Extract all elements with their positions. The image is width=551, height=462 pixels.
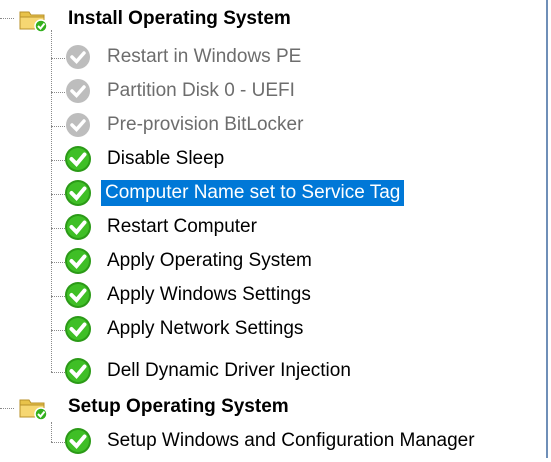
green-check-icon	[63, 144, 93, 174]
step-label: Disable Sleep	[107, 148, 225, 169]
step-setup-windows-and-configuration-manager[interactable]: Setup Windows and Configuration Manager	[0, 424, 548, 458]
folder-icon	[18, 392, 48, 422]
step-computer-name-set-to-service-tag[interactable]: Computer Name set to Service Tag	[0, 176, 548, 210]
green-check-icon	[63, 314, 93, 344]
step-apply-operating-system[interactable]: Apply Operating System	[0, 244, 548, 278]
step-label: Restart Computer	[107, 216, 257, 237]
group-label: Setup Operating System	[68, 396, 289, 417]
step-disable-sleep[interactable]: Disable Sleep	[0, 142, 548, 176]
group-install-operating-system[interactable]: Install Operating System	[0, 2, 548, 36]
step-apply-windows-settings[interactable]: Apply Windows Settings	[0, 278, 548, 312]
group-setup-operating-system[interactable]: Setup Operating System	[0, 390, 548, 424]
disabled-check-icon	[63, 42, 93, 72]
green-check-icon	[63, 178, 93, 208]
step-restart-computer[interactable]: Restart Computer	[0, 210, 548, 244]
folder-icon	[18, 4, 48, 34]
step-label: Pre-provision BitLocker	[107, 114, 304, 135]
step-label-selected: Computer Name set to Service Tag	[101, 180, 405, 206]
step-apply-network-settings[interactable]: Apply Network Settings	[0, 312, 548, 346]
green-check-icon	[63, 426, 93, 456]
step-label: Apply Network Settings	[107, 318, 304, 339]
step-partition-disk-0-uefi[interactable]: Partition Disk 0 - UEFI	[0, 74, 548, 108]
green-check-icon	[63, 356, 93, 386]
disabled-check-icon	[63, 110, 93, 140]
step-label: Apply Windows Settings	[107, 284, 311, 305]
step-label: Partition Disk 0 - UEFI	[107, 80, 295, 101]
step-dell-dynamic-driver-injection[interactable]: Dell Dynamic Driver Injection	[0, 354, 548, 388]
step-pre-provision-bitlocker[interactable]: Pre-provision BitLocker	[0, 108, 548, 142]
step-label: Dell Dynamic Driver Injection	[107, 360, 351, 381]
step-restart-in-windows-pe[interactable]: Restart in Windows PE	[0, 40, 548, 74]
step-label: Setup Windows and Configuration Manager	[107, 430, 475, 451]
green-check-icon	[63, 280, 93, 310]
disabled-check-icon	[63, 76, 93, 106]
step-label: Apply Operating System	[107, 250, 312, 271]
green-check-icon	[63, 212, 93, 242]
task-sequence-tree: Install Operating System Restart in Wind…	[0, 0, 548, 458]
step-label: Restart in Windows PE	[107, 46, 302, 67]
group-label: Install Operating System	[68, 8, 291, 29]
task-sequence-tree-panel: Install Operating System Restart in Wind…	[0, 0, 548, 458]
green-check-icon	[63, 246, 93, 276]
